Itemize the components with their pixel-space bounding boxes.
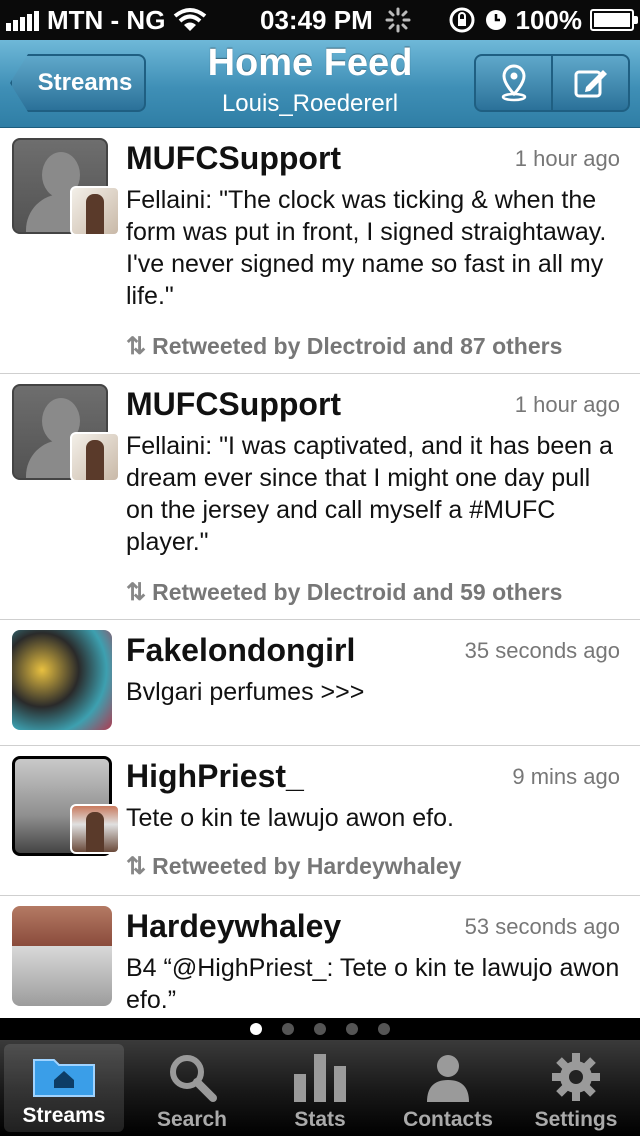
- tweet-time: 1 hour ago: [514, 392, 620, 417]
- tab-label: Settings: [534, 1108, 618, 1131]
- home-folder-icon: [33, 1059, 95, 1097]
- retweet-info: ⇅ Retweeted by Dlectroid and 87 others: [126, 332, 562, 361]
- retweet-icon: ⇅: [126, 579, 147, 606]
- signal-strength-icon: [6, 9, 39, 31]
- tweet-item[interactable]: HighPriest_ 9 mins ago Tete o kin te law…: [0, 746, 640, 896]
- tweet-item[interactable]: Hardeywhaley 53 seconds ago B4 “@HighPri…: [0, 896, 640, 1018]
- tweet-author[interactable]: Hardeywhaley: [126, 908, 341, 945]
- carrier-name: MTN - NG: [47, 4, 166, 35]
- tweet-author[interactable]: HighPriest_: [126, 758, 304, 795]
- tweet-author[interactable]: MUFCSupport: [126, 386, 341, 423]
- tweet-item[interactable]: Fakelondongirl 35 seconds ago Bvlgari pe…: [0, 620, 640, 746]
- retweet-info: ⇅ Retweeted by Dlectroid and 59 others: [126, 578, 562, 607]
- page-title: Home Feed: [207, 42, 413, 84]
- page-dot[interactable]: [378, 1023, 390, 1035]
- tweet-item[interactable]: MUFCSupport 1 hour ago Fellaini: "I was …: [0, 374, 640, 620]
- compose-button[interactable]: [551, 56, 628, 110]
- status-bar: MTN - NG 03:49 PM 100%: [0, 0, 640, 40]
- retweet-icon: ⇅: [126, 333, 147, 360]
- search-icon: [170, 1055, 217, 1102]
- tweet-time: 1 hour ago: [514, 146, 620, 171]
- tab-streams[interactable]: Streams: [4, 1044, 124, 1132]
- user-avatar[interactable]: [12, 906, 112, 1006]
- tweet-time: 35 seconds ago: [464, 638, 620, 663]
- page-dot[interactable]: [250, 1023, 262, 1035]
- compose-icon: [574, 70, 607, 98]
- retweeter-avatar: [70, 804, 120, 854]
- retweeter-avatar: [70, 432, 120, 482]
- tweet-author[interactable]: Fakelondongirl: [126, 632, 355, 669]
- tab-search[interactable]: Search: [128, 1040, 256, 1136]
- tweet-text: B4 “@HighPriest_: Tete o kin te lawujo a…: [126, 954, 620, 1014]
- retweeter-avatar: [70, 186, 120, 236]
- contacts-icon: [427, 1055, 469, 1102]
- page-dot[interactable]: [282, 1023, 294, 1035]
- retweet-icon: ⇅: [126, 853, 147, 880]
- battery-percent: 100%: [515, 4, 583, 35]
- retweet-label: Retweeted by Hardeywhaley: [152, 853, 462, 879]
- tweet-author[interactable]: MUFCSupport: [126, 140, 341, 177]
- tab-settings[interactable]: Settings: [512, 1040, 640, 1136]
- tweet-item[interactable]: MUFCSupport 1 hour ago Fellaini: "The cl…: [0, 128, 640, 374]
- tab-label: Search: [156, 1108, 228, 1131]
- clock-time: 03:49 PM: [260, 4, 373, 35]
- stats-icon: [294, 1054, 346, 1102]
- retweet-label: Retweeted by Dlectroid and 59 others: [152, 579, 563, 605]
- navigation-bar: Streams Home Feed Louis_Roedererl: [0, 40, 640, 128]
- page-dot[interactable]: [346, 1023, 358, 1035]
- battery-icon: [590, 9, 638, 31]
- location-button[interactable]: [476, 56, 551, 110]
- activity-spinner-icon: [385, 7, 411, 33]
- tab-contacts[interactable]: Contacts: [384, 1040, 512, 1136]
- tab-label: Contacts: [403, 1108, 493, 1131]
- location-pin-icon: [501, 64, 526, 102]
- page-indicator[interactable]: [0, 1018, 640, 1040]
- tweet-text: Fellaini: "I was captivated, and it has …: [126, 432, 613, 556]
- tweet-time: 53 seconds ago: [464, 914, 620, 939]
- tweet-text: Bvlgari perfumes >>>: [126, 678, 365, 706]
- tweet-text: Fellaini: "The clock was ticking & when …: [126, 186, 607, 310]
- wifi-icon: [174, 8, 207, 31]
- tweet-feed[interactable]: MUFCSupport 1 hour ago Fellaini: "The cl…: [0, 128, 640, 1018]
- alarm-clock-icon: [485, 10, 506, 30]
- nav-action-buttons: [474, 54, 630, 112]
- page-dot[interactable]: [314, 1023, 326, 1035]
- tweet-time: 9 mins ago: [512, 764, 620, 789]
- gear-icon: [552, 1053, 600, 1101]
- user-avatar[interactable]: [12, 630, 112, 730]
- rotation-lock-icon: [449, 7, 474, 33]
- account-username: Louis_Roedererl: [221, 90, 399, 117]
- streams-back-button[interactable]: Streams: [10, 54, 146, 112]
- tab-label: Streams: [22, 1104, 106, 1127]
- retweet-info: ⇅ Retweeted by Hardeywhaley: [126, 852, 461, 881]
- tab-stats[interactable]: Stats: [256, 1040, 384, 1136]
- tab-bar: Streams Search Stats Contacts Settings: [0, 1040, 640, 1136]
- tweet-text: Tete o kin te lawujo awon efo.: [126, 804, 454, 832]
- tab-label: Stats: [294, 1108, 346, 1131]
- retweet-label: Retweeted by Dlectroid and 87 others: [152, 333, 563, 359]
